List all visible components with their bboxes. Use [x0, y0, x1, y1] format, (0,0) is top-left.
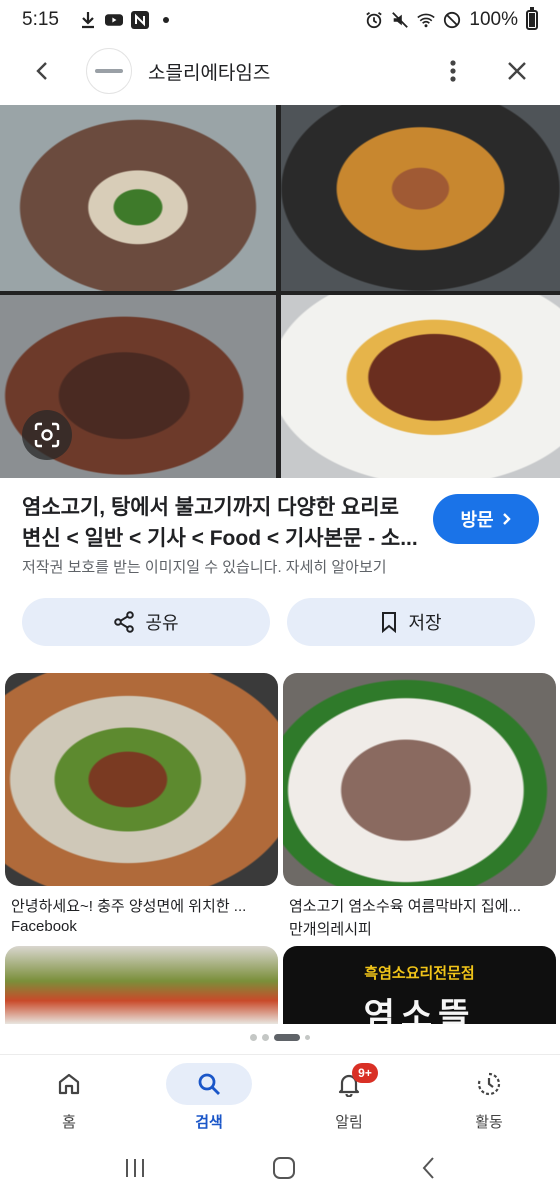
- pager-dot-active: [274, 1034, 300, 1041]
- close-button[interactable]: [494, 48, 540, 94]
- related-result-3[interactable]: [5, 946, 278, 1024]
- nav-search-label: 검색: [195, 1114, 223, 1131]
- nav-activity-label: 활동: [475, 1114, 503, 1131]
- nav-activity[interactable]: 활동: [429, 1063, 549, 1132]
- pager-dot: [262, 1034, 269, 1041]
- nav-notifications[interactable]: 9+ 알림: [289, 1063, 409, 1132]
- site-name[interactable]: 소믈리에타임즈: [148, 58, 270, 85]
- visit-label: 방문: [460, 510, 494, 530]
- result-image-collage[interactable]: [0, 105, 560, 478]
- more-options-button[interactable]: [430, 48, 476, 94]
- related-result-1[interactable]: 안녕하세요~! 충주 양성면에 위치한 ... Facebook: [5, 673, 278, 943]
- chevron-right-icon: [502, 513, 511, 525]
- news-icon: [130, 11, 149, 29]
- home-circle-icon: [272, 1156, 295, 1179]
- save-button[interactable]: 저장: [287, 598, 535, 646]
- pager-dot: [305, 1035, 310, 1040]
- back-arrow-icon: [36, 62, 47, 80]
- close-icon: [508, 62, 526, 80]
- related-thumbnail: [283, 673, 556, 886]
- related-caption: 염소고기 염소수육 여름막바지 집에...: [289, 898, 522, 915]
- back-button[interactable]: [20, 48, 66, 94]
- activity-icon: [477, 1072, 501, 1096]
- status-bar: 5:15 100%: [0, 0, 560, 40]
- lens-icon: [34, 422, 60, 448]
- top-bar: 소믈리에타임즈: [0, 40, 560, 102]
- back-system-icon: [422, 1156, 435, 1179]
- pager-dot: [250, 1034, 257, 1041]
- nav-home-pill: [26, 1063, 112, 1105]
- more-notifications-icon: [157, 11, 175, 29]
- nav-home-label: 홈: [62, 1114, 76, 1131]
- do-not-disturb-icon: [443, 11, 461, 29]
- mute-icon: [391, 11, 409, 29]
- wifi-icon: [417, 11, 436, 29]
- more-vert-icon: [450, 60, 456, 82]
- share-label: 공유: [145, 613, 179, 633]
- nav-search[interactable]: 검색: [149, 1063, 269, 1132]
- back-system-button[interactable]: [421, 1156, 437, 1185]
- nav-search-pill: [166, 1063, 252, 1105]
- thumbnail-overlay-title: 염소뜰: [363, 997, 476, 1024]
- nav-notifications-label: 알림: [335, 1114, 363, 1131]
- pager-indicator: [0, 1034, 560, 1041]
- lens-search-button[interactable]: [22, 410, 72, 460]
- system-navigation-bar: [0, 1140, 560, 1200]
- site-logo-mark: [95, 69, 123, 73]
- related-caption: 안녕하세요~! 충주 양성면에 위치한 ...: [11, 898, 247, 915]
- save-label: 저장: [408, 613, 442, 633]
- battery-icon: [526, 7, 538, 30]
- share-icon: [114, 611, 135, 633]
- related-thumbnail: [5, 946, 278, 1024]
- image-goat-bulgogi: [281, 295, 560, 478]
- battery-percent: 100%: [469, 9, 518, 30]
- notification-badge: 9+: [352, 1063, 378, 1083]
- search-icon: [198, 1073, 220, 1095]
- thumbnail-overlay-text: 흑염소요리전문점: [364, 965, 475, 982]
- visit-button[interactable]: 방문: [433, 494, 539, 544]
- nav-notifications-pill: 9+: [306, 1063, 392, 1105]
- site-logo[interactable]: [86, 48, 132, 94]
- nav-home[interactable]: 홈: [9, 1063, 129, 1132]
- related-thumbnail: 흑염소요리전문점 염소뜰: [283, 946, 556, 1024]
- bookmark-icon: [382, 612, 397, 633]
- bottom-navigation: 홈 검색 9+ 알림 활동: [0, 1054, 560, 1140]
- related-thumbnail: [5, 673, 278, 886]
- nav-activity-pill: [446, 1063, 532, 1105]
- image-goat-stew: [281, 105, 560, 291]
- youtube-icon: [104, 11, 123, 29]
- download-icon: [79, 11, 97, 29]
- alarm-icon: [365, 11, 383, 29]
- home-system-button[interactable]: [272, 1156, 296, 1185]
- related-result-2[interactable]: 염소고기 염소수육 여름막바지 집에... 만개의레시피: [283, 673, 556, 943]
- recent-apps-button[interactable]: [123, 1157, 147, 1184]
- home-icon: [58, 1073, 80, 1095]
- copyright-notice[interactable]: 저작권 보호를 받는 이미지일 수 있습니다. 자세히 알아보기: [22, 556, 387, 577]
- related-source: 만개의레시피: [289, 921, 372, 938]
- recent-apps-icon: [125, 1158, 144, 1177]
- image-goat-boiled-platter: [0, 105, 276, 291]
- related-source: Facebook: [11, 918, 77, 935]
- share-button[interactable]: 공유: [22, 598, 270, 646]
- result-title[interactable]: 염소고기, 탕에서 불고기까지 다양한 요리로 변신 < 일반 < 기사 < F…: [22, 492, 420, 554]
- status-time: 5:15: [22, 9, 59, 30]
- related-result-4[interactable]: 흑염소요리전문점 염소뜰: [283, 946, 556, 1024]
